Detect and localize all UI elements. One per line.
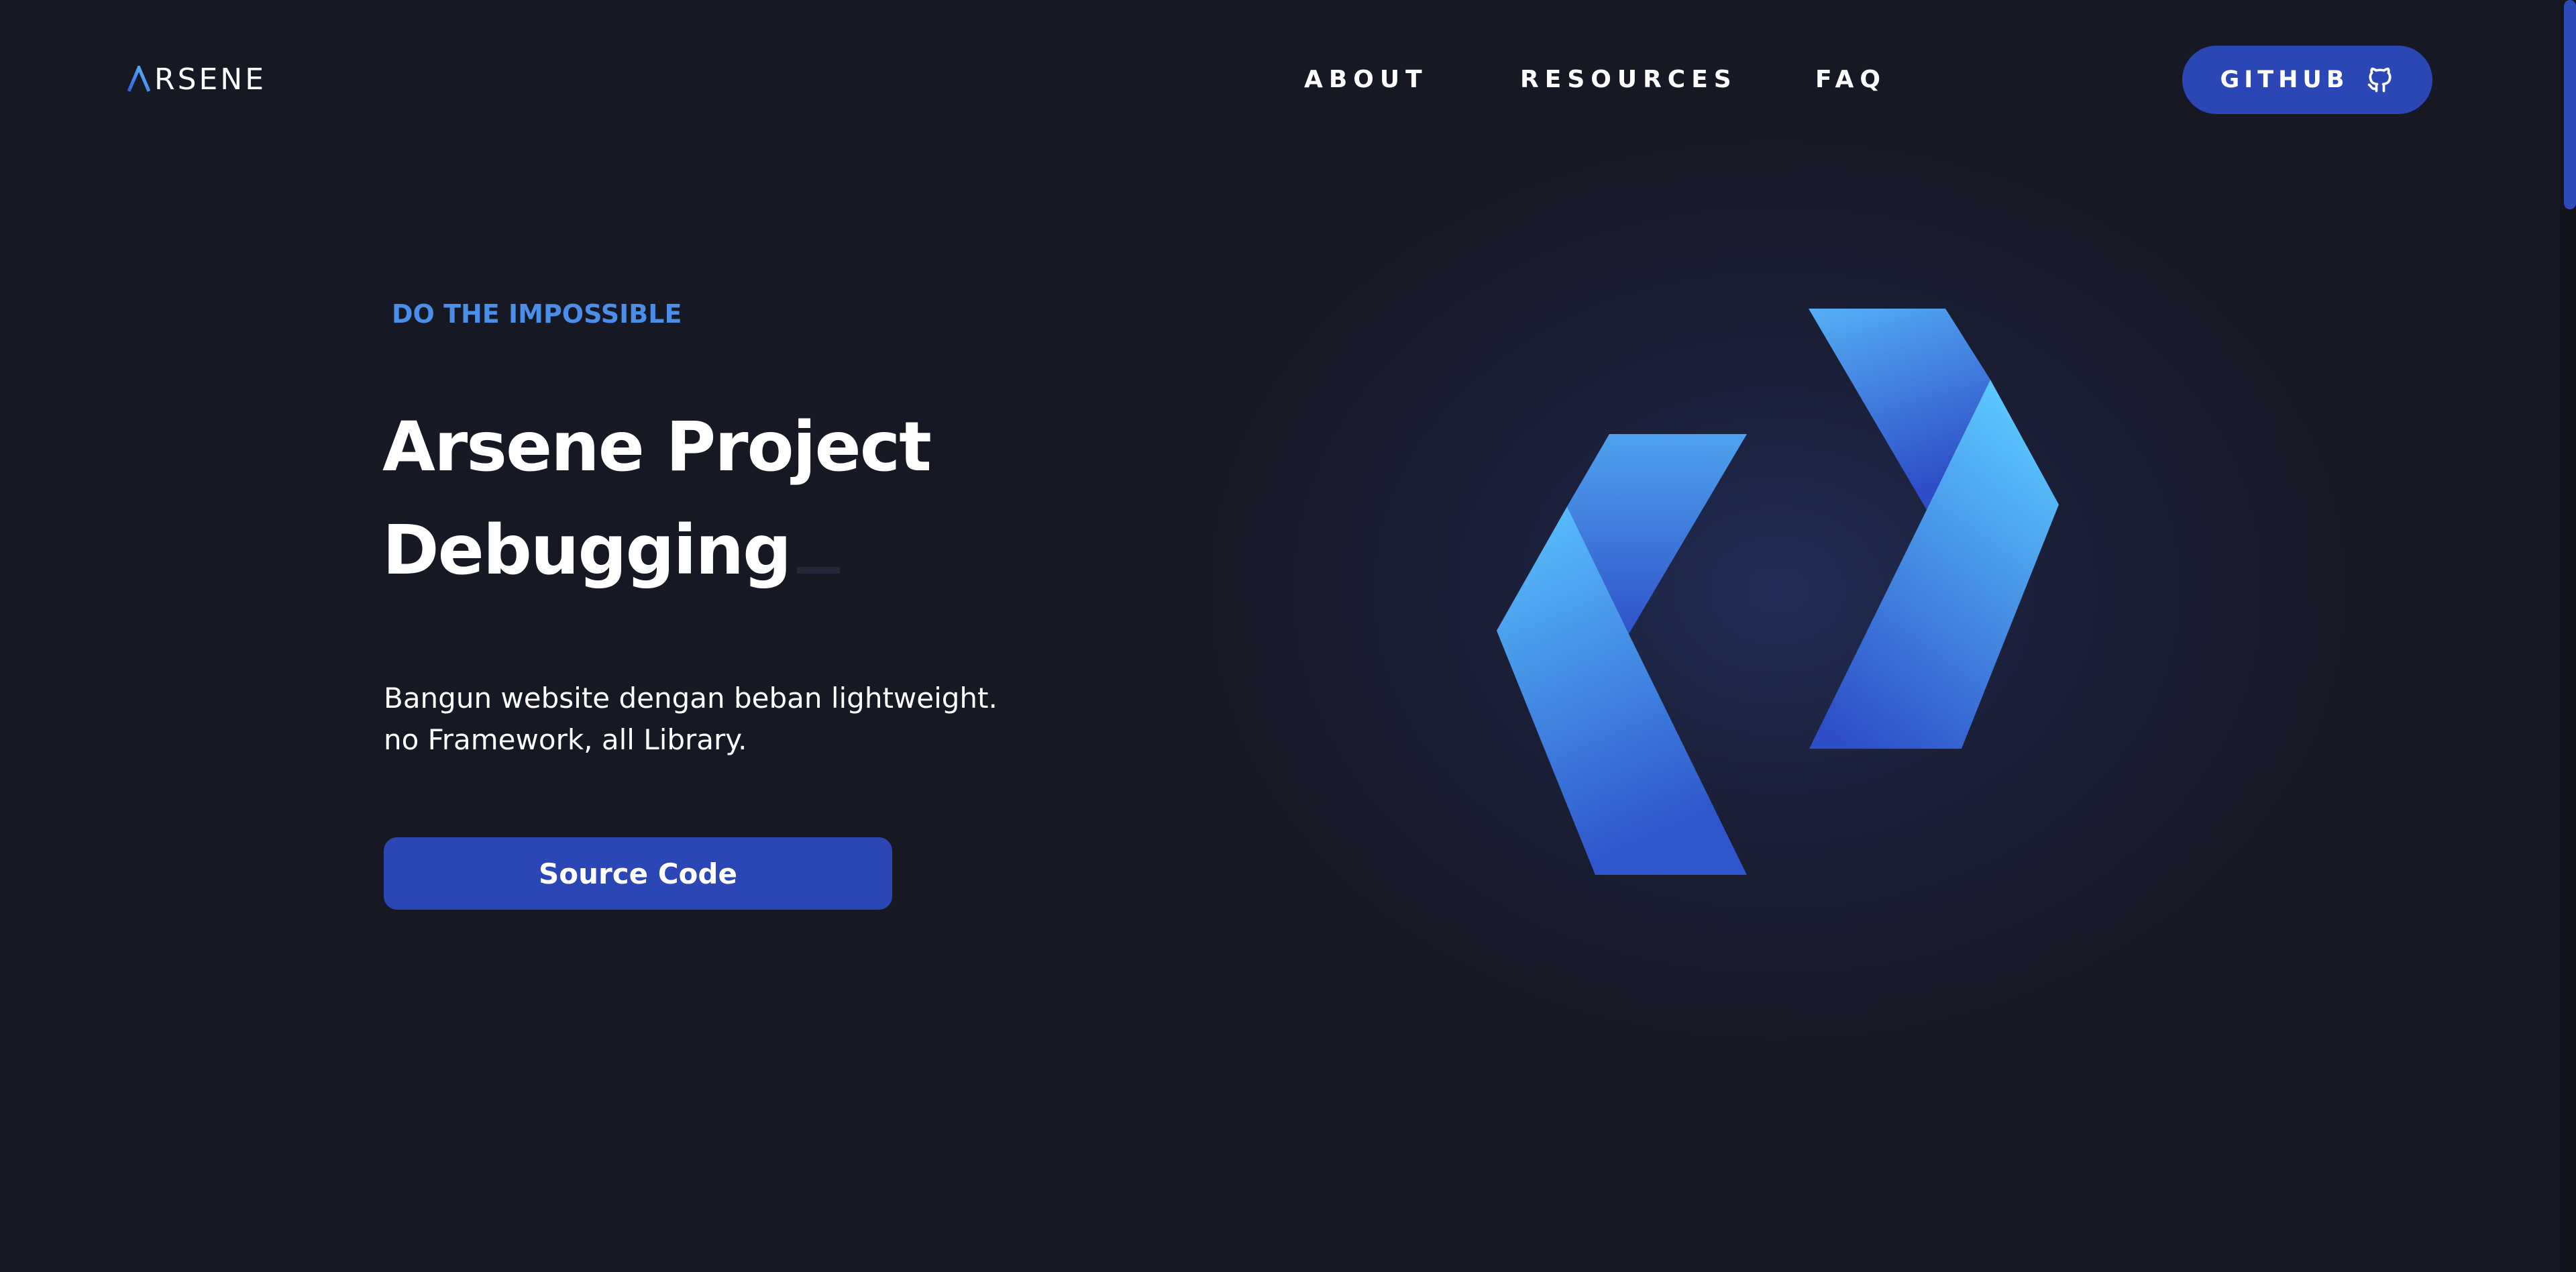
github-icon xyxy=(2365,65,2395,95)
hero-description-line-1: Bangun website dengan beban lightweight. xyxy=(384,682,998,714)
hero-title-line-1: Arsene Project xyxy=(382,407,932,487)
scrollbar-thumb[interactable] xyxy=(2564,0,2576,209)
github-button-label: GITHUB xyxy=(2220,66,2349,93)
nav-about-link[interactable]: ABOUT xyxy=(1304,66,1428,95)
hero-description: Bangun website dengan beban lightweight.… xyxy=(384,678,998,761)
source-code-button[interactable]: Source Code xyxy=(384,837,892,910)
hero-eyebrow: DO THE IMPOSSIBLE xyxy=(392,299,682,329)
hero-title: Arsene Project Debugging xyxy=(382,396,932,602)
page-scrollbar[interactable] xyxy=(2560,0,2576,1272)
github-button[interactable]: GITHUB xyxy=(2182,46,2432,114)
hero-title-line-2-wrap: Debugging xyxy=(382,499,930,602)
logo-a-icon xyxy=(127,63,151,93)
nav-faq-link[interactable]: FAQ xyxy=(1815,66,1886,95)
nav-resources-link[interactable]: RESOURCES xyxy=(1520,66,1737,95)
hero-title-line-2: Debugging xyxy=(382,511,792,590)
brand-logo[interactable]: RSENE xyxy=(127,62,267,97)
code-brackets-logo-icon xyxy=(1476,295,2080,899)
page: RSENE ABOUT RESOURCES FAQ GITHUB DO THE … xyxy=(0,0,2576,1272)
hero-description-line-2: no Framework, all Library. xyxy=(384,723,747,756)
typing-caret xyxy=(797,567,841,574)
logo-text: RSENE xyxy=(154,62,267,97)
